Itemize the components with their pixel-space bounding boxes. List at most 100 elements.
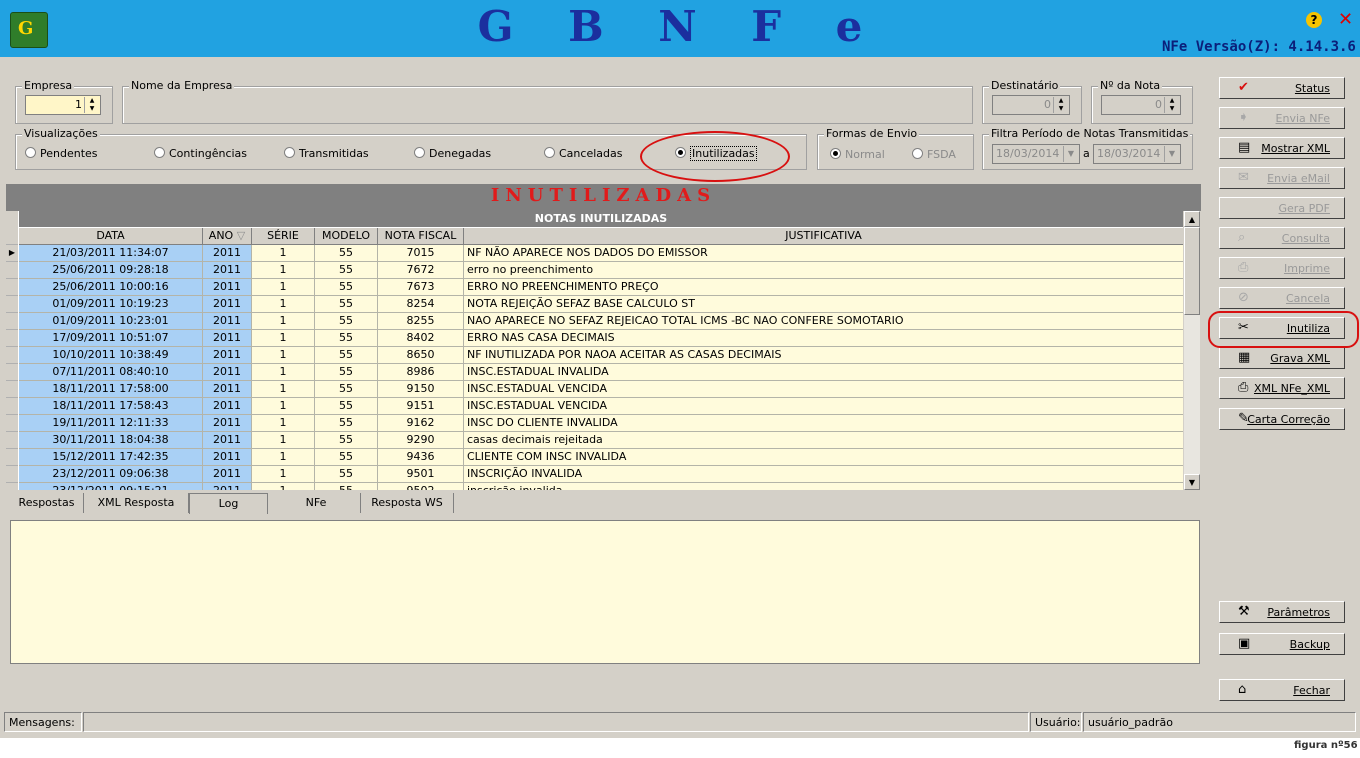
btn-consulta[interactable]: ⌕ Consulta xyxy=(1219,227,1345,249)
scroll-down-icon[interactable]: ▼ xyxy=(1184,474,1200,490)
btn-imprime[interactable]: ⎙ Imprime xyxy=(1219,257,1345,279)
close-icon[interactable]: ✕ xyxy=(1338,9,1353,30)
table-cell[interactable]: 2011 xyxy=(203,296,252,313)
row-selector[interactable] xyxy=(6,466,18,483)
table-cell[interactable]: INSC DO CLIENTE INVALIDA xyxy=(464,415,1183,432)
table-cell[interactable]: 1 xyxy=(252,483,315,490)
table-cell[interactable]: 55 xyxy=(315,313,378,330)
tab-respostas[interactable]: Respostas xyxy=(10,493,84,513)
table-cell[interactable]: 15/12/2011 17:42:35 xyxy=(19,449,203,466)
table-cell[interactable]: 1 xyxy=(252,262,315,279)
date-to-input[interactable]: 18/03/2014 ▼ xyxy=(1093,144,1181,164)
table-cell[interactable]: 9436 xyxy=(378,449,464,466)
row-selector[interactable] xyxy=(6,364,18,381)
table-cell[interactable]: 8255 xyxy=(378,313,464,330)
btn-cancela[interactable]: ⊘ Cancela xyxy=(1219,287,1345,309)
table-cell[interactable]: 7673 xyxy=(378,279,464,296)
spinner-arrows-icon[interactable]: ▲ ▼ xyxy=(1053,97,1068,113)
radio-denegadas[interactable]: Denegadas xyxy=(414,147,491,160)
row-selector[interactable] xyxy=(6,449,18,466)
table-cell[interactable]: 55 xyxy=(315,466,378,483)
log-textarea[interactable] xyxy=(10,520,1200,664)
btn-carta-corre-o[interactable]: ✎ Carta Correção xyxy=(1219,408,1345,430)
table-cell[interactable]: 19/11/2011 12:11:33 xyxy=(19,415,203,432)
table-cell[interactable]: ERRO NO PREENCHIMENTO PREÇO xyxy=(464,279,1183,296)
row-selector[interactable] xyxy=(6,262,18,279)
table-cell[interactable]: 17/09/2011 10:51:07 xyxy=(19,330,203,347)
table-cell[interactable]: 2011 xyxy=(203,262,252,279)
radio-fsda[interactable]: FSDA xyxy=(912,148,956,161)
table-cell[interactable]: 18/11/2011 17:58:43 xyxy=(19,398,203,415)
btn-par-metros[interactable]: ⚒ Parâmetros xyxy=(1219,601,1345,623)
table-cell[interactable]: 55 xyxy=(315,449,378,466)
col-header-justificativa[interactable]: JUSTIFICATIVA xyxy=(464,228,1183,245)
table-cell[interactable]: NOTA REJEIÇÃO SEFAZ BASE CALCULO ST xyxy=(464,296,1183,313)
btn-status[interactable]: ✔ Status xyxy=(1219,77,1345,99)
radio-pendentes[interactable]: Pendentes xyxy=(25,147,98,160)
table-cell[interactable]: 8650 xyxy=(378,347,464,364)
table-cell[interactable]: 2011 xyxy=(203,466,252,483)
table-cell[interactable]: 55 xyxy=(315,432,378,449)
btn-xml-nfe-xml[interactable]: ⎙ XML NFe_XML xyxy=(1219,377,1345,399)
table-cell[interactable]: erro no preenchimento xyxy=(464,262,1183,279)
table-cell[interactable]: 1 xyxy=(252,432,315,449)
table-cell[interactable]: 55 xyxy=(315,262,378,279)
table-cell[interactable]: 7015 xyxy=(378,245,464,262)
table-cell[interactable]: 9501 xyxy=(378,466,464,483)
btn-mostrar-xml[interactable]: ▤ Mostrar XML xyxy=(1219,137,1345,159)
table-cell[interactable]: 55 xyxy=(315,245,378,262)
table-cell[interactable]: 8402 xyxy=(378,330,464,347)
help-icon[interactable]: ? xyxy=(1306,12,1322,28)
table-cell[interactable]: 2011 xyxy=(203,245,252,262)
table-cell[interactable]: 01/09/2011 10:23:01 xyxy=(19,313,203,330)
chevron-down-icon[interactable]: ▼ xyxy=(1164,146,1179,162)
table-cell[interactable]: 1 xyxy=(252,398,315,415)
table-cell[interactable]: 8986 xyxy=(378,364,464,381)
table-cell[interactable]: 2011 xyxy=(203,279,252,296)
table-cell[interactable]: NAO APARECE NO SEFAZ REJEICAO TOTAL ICMS… xyxy=(464,313,1183,330)
row-selector[interactable] xyxy=(6,279,18,296)
col-header-nota-fiscal[interactable]: NOTA FISCAL xyxy=(378,228,464,245)
table-cell[interactable]: INSCRIÇÃO INVALIDA xyxy=(464,466,1183,483)
btn-envia-email[interactable]: ✉ Envia eMail xyxy=(1219,167,1345,189)
table-cell[interactable]: 1 xyxy=(252,330,315,347)
table-cell[interactable]: 2011 xyxy=(203,432,252,449)
table-cell[interactable]: 2011 xyxy=(203,347,252,364)
table-cell[interactable]: 2011 xyxy=(203,449,252,466)
radio-contingencias[interactable]: Contingências xyxy=(154,147,247,160)
tab-xml-resposta[interactable]: XML Resposta xyxy=(84,493,189,513)
btn-fechar[interactable]: ⌂ Fechar xyxy=(1219,679,1345,701)
table-cell[interactable]: 55 xyxy=(315,381,378,398)
row-selector[interactable] xyxy=(6,330,18,347)
row-selector[interactable] xyxy=(6,415,18,432)
table-cell[interactable]: 23/12/2011 09:15:21 xyxy=(19,483,203,490)
table-cell[interactable]: 55 xyxy=(315,347,378,364)
table-cell[interactable]: 9150 xyxy=(378,381,464,398)
table-cell[interactable]: 2011 xyxy=(203,364,252,381)
empresa-spinner[interactable]: 1 ▲ ▼ xyxy=(25,95,101,115)
col-header-modelo[interactable]: MODELO xyxy=(315,228,378,245)
spinner-arrows-icon[interactable]: ▲ ▼ xyxy=(84,97,99,113)
tab-resposta-ws[interactable]: Resposta WS xyxy=(361,493,454,513)
btn-grava-xml[interactable]: ▦ Grava XML xyxy=(1219,347,1345,369)
radio-transmitidas[interactable]: Transmitidas xyxy=(284,147,369,160)
table-cell[interactable]: 2011 xyxy=(203,330,252,347)
row-selector[interactable] xyxy=(6,398,18,415)
table-cell[interactable]: 18/11/2011 17:58:00 xyxy=(19,381,203,398)
table-cell[interactable]: inscrição invalida xyxy=(464,483,1183,490)
table-cell[interactable]: ERRO NAS CASA DECIMAIS xyxy=(464,330,1183,347)
table-cell[interactable]: 9162 xyxy=(378,415,464,432)
table-cell[interactable]: 9151 xyxy=(378,398,464,415)
date-from-input[interactable]: 18/03/2014 ▼ xyxy=(992,144,1080,164)
tab-nfe[interactable]: NFe xyxy=(272,493,361,513)
table-cell[interactable]: 8254 xyxy=(378,296,464,313)
table-cell[interactable]: INSC.ESTADUAL INVALIDA xyxy=(464,364,1183,381)
row-selector[interactable] xyxy=(6,483,18,490)
table-cell[interactable]: 2011 xyxy=(203,415,252,432)
table-cell[interactable]: 23/12/2011 09:06:38 xyxy=(19,466,203,483)
col-header-serie[interactable]: SÉRIE xyxy=(252,228,315,245)
table-cell[interactable]: 1 xyxy=(252,279,315,296)
btn-envia-nfe[interactable]: ➧ Envia NFe xyxy=(1219,107,1345,129)
table-cell[interactable]: 1 xyxy=(252,415,315,432)
scroll-up-icon[interactable]: ▲ xyxy=(1184,211,1200,227)
